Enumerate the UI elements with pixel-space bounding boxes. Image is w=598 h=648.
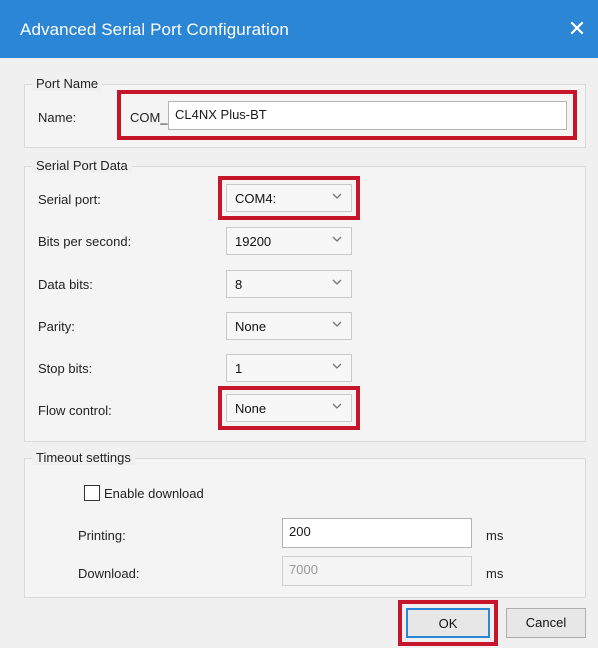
download-unit: ms [486,566,504,581]
download-field: 7000 [282,556,472,586]
parity-value: None [235,319,267,334]
name-value: CL4NX Plus-BT [175,107,267,122]
port-name-legend: Port Name [32,76,103,91]
printing-unit: ms [486,528,504,543]
stop-bits-select[interactable]: 1 [226,354,352,382]
flow-control-label: Flow control: [38,403,112,418]
name-label: Name: [38,110,77,125]
bits-per-second-label: Bits per second: [38,234,132,249]
parity-label: Parity: [38,319,75,334]
serial-port-select[interactable]: COM4: [226,184,352,212]
flow-control-select[interactable]: None [226,394,352,422]
chevron-down-icon [332,363,342,369]
chevron-down-icon [332,279,342,285]
data-bits-select[interactable]: 8 [226,270,352,298]
bits-per-second-select[interactable]: 19200 [226,227,352,255]
chevron-down-icon [332,236,342,242]
chevron-down-icon [332,193,342,199]
flow-control-value: None [235,401,267,416]
ok-button[interactable]: OK [406,608,490,638]
name-prefix: COM_ [130,110,168,125]
download-value: 7000 [289,562,318,577]
data-bits-value: 8 [235,277,243,292]
parity-select[interactable]: None [226,312,352,340]
bits-per-second-value: 19200 [235,234,272,249]
name-field[interactable]: CL4NX Plus-BT [168,101,567,130]
data-bits-label: Data bits: [38,277,93,292]
download-label: Download: [78,566,140,581]
serial-port-label: Serial port: [38,192,101,207]
printing-field[interactable]: 200 [282,518,472,548]
enable-download-label[interactable]: Enable download [104,486,204,501]
dialog-window: Advanced Serial Port Configuration ✕ Por… [0,0,598,648]
chevron-down-icon [332,403,342,409]
printing-label: Printing: [78,528,126,543]
chevron-down-icon [332,321,342,327]
serial-port-data-legend: Serial Port Data [32,158,132,173]
enable-download-checkbox[interactable] [84,485,100,501]
stop-bits-value: 1 [235,361,243,376]
stop-bits-label: Stop bits: [38,361,93,376]
window-title: Advanced Serial Port Configuration [20,20,289,39]
cancel-button[interactable]: Cancel [506,608,586,638]
printing-value: 200 [289,524,311,539]
title-bar: Advanced Serial Port Configuration ✕ [0,0,598,58]
timeout-settings-legend: Timeout settings [32,450,135,465]
close-icon[interactable]: ✕ [562,14,592,44]
serial-port-value: COM4: [235,191,277,206]
